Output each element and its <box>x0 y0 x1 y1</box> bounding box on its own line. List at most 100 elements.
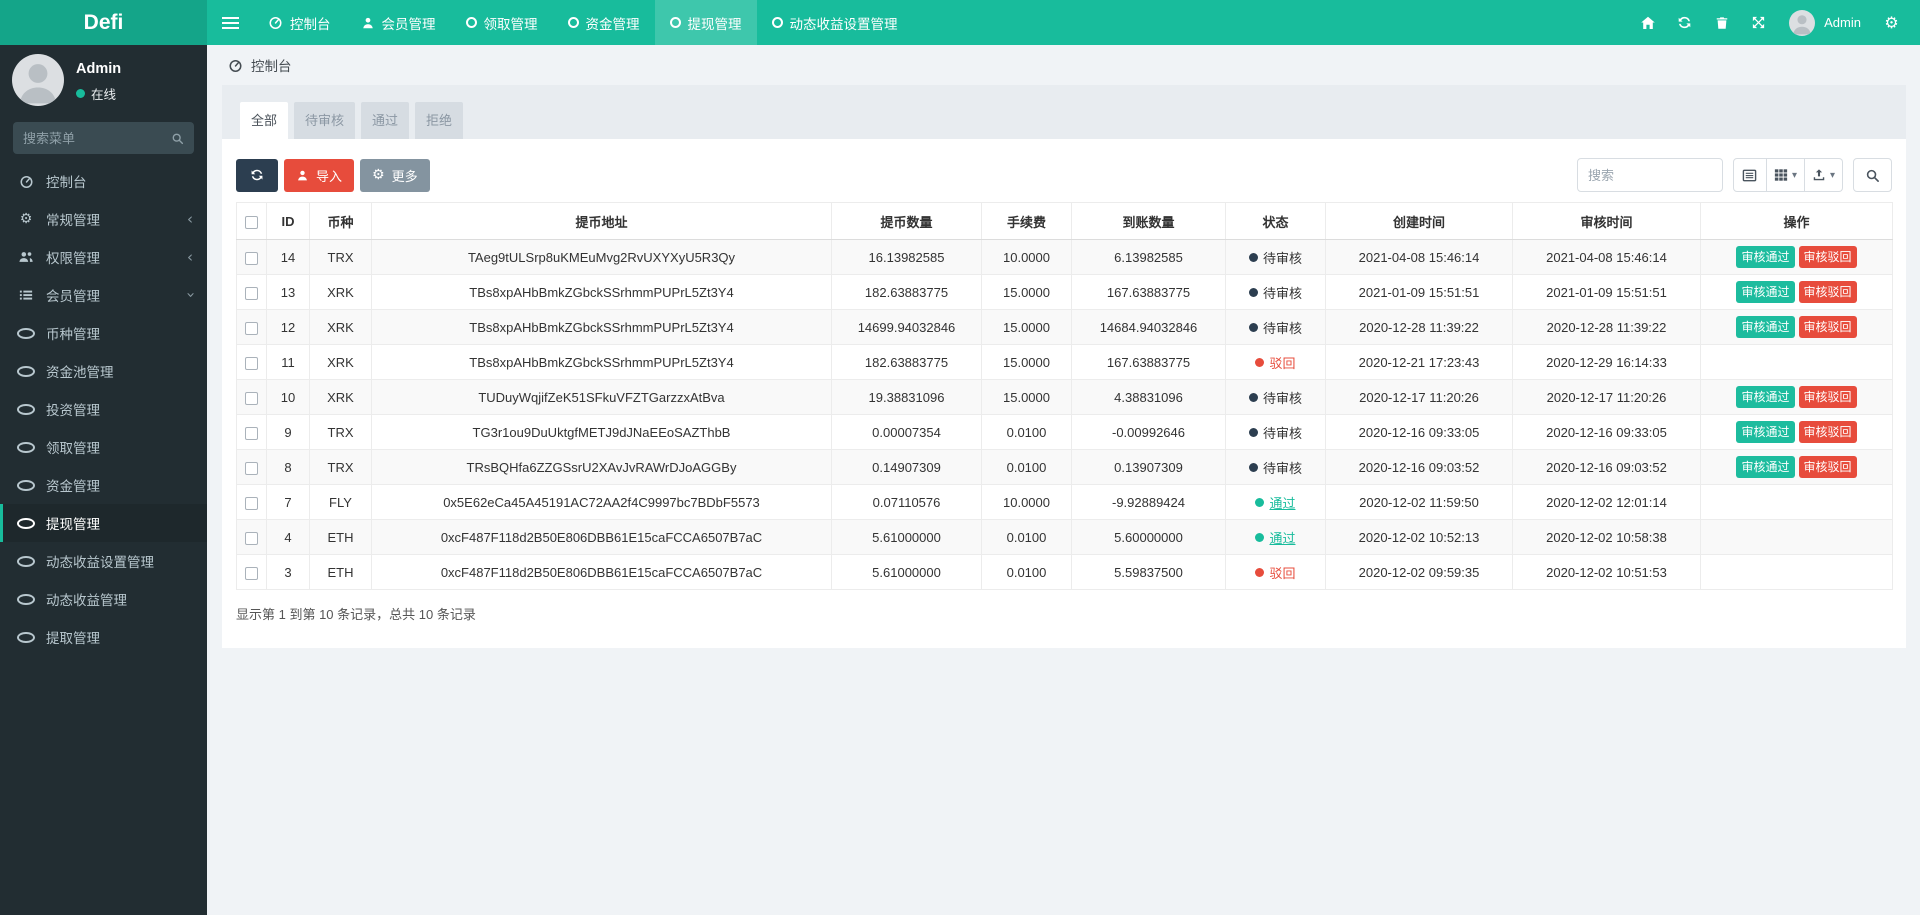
status-badge: 通过 <box>1255 493 1295 512</box>
top-nav-item[interactable]: 会员管理 <box>346 0 451 45</box>
status-dot-icon <box>1249 288 1258 297</box>
circle-icon <box>17 480 35 491</box>
import-button[interactable]: 导入 <box>284 159 354 192</box>
home-button[interactable] <box>1629 0 1666 45</box>
status-label: 驳回 <box>1269 353 1295 372</box>
cell-actions: 审核通过审核驳回 <box>1701 275 1893 310</box>
status-badge: 待审核 <box>1249 458 1302 477</box>
status-label: 待审核 <box>1263 423 1302 442</box>
user-icon <box>361 16 375 30</box>
refresh-button[interactable] <box>1666 0 1703 45</box>
sidebar-item[interactable]: 会员管理‹ <box>0 276 207 314</box>
sidebar-search-input[interactable] <box>23 131 165 146</box>
cell-actions <box>1701 555 1893 590</box>
reject-button[interactable]: 审核驳回 <box>1799 316 1857 338</box>
row-checkbox[interactable] <box>245 567 258 580</box>
status-dot-icon <box>1249 253 1258 262</box>
approve-button[interactable]: 审核通过 <box>1736 386 1794 408</box>
cell-coin: XRK <box>310 380 372 415</box>
top-nav-item[interactable]: 提现管理 <box>655 0 757 45</box>
approve-button[interactable]: 审核通过 <box>1736 281 1794 303</box>
more-button-label: 更多 <box>392 166 418 185</box>
top-nav-item[interactable]: 领取管理 <box>451 0 553 45</box>
row-checkbox[interactable] <box>245 427 258 440</box>
row-checkbox[interactable] <box>245 357 258 370</box>
sidebar-item[interactable]: 投资管理 <box>0 390 207 428</box>
table-view-buttons: ▾ ▾ <box>1733 158 1843 192</box>
tab-待审核[interactable]: 待审核 <box>294 102 355 139</box>
sidebar-item[interactable]: 资金池管理 <box>0 352 207 390</box>
sidebar-toggle-button[interactable] <box>207 0 253 45</box>
row-checkbox[interactable] <box>245 322 258 335</box>
search-submit-button[interactable] <box>1853 158 1892 192</box>
column-header: 状态 <box>1226 203 1326 240</box>
table-row: 8TRXTRsBQHfa6ZZGSsrU2XAvJvRAWrDJoAGGBy0.… <box>237 450 1893 485</box>
cell-fee: 15.0000 <box>982 345 1072 380</box>
cogs-icon: ⚙ <box>1884 15 1898 31</box>
chevron-left-icon: ‹ <box>187 248 193 266</box>
reject-button[interactable]: 审核驳回 <box>1799 421 1857 443</box>
row-checkbox[interactable] <box>245 497 258 510</box>
reject-button[interactable]: 审核驳回 <box>1799 281 1857 303</box>
select-all-checkbox[interactable] <box>245 216 258 229</box>
sidebar-item[interactable]: 提现管理 <box>0 504 207 542</box>
sidebar-item[interactable]: 提取管理 <box>0 618 207 656</box>
table-search-input[interactable] <box>1577 158 1723 192</box>
sidebar-item[interactable]: 币种管理 <box>0 314 207 352</box>
row-checkbox[interactable] <box>245 287 258 300</box>
reject-button[interactable]: 审核驳回 <box>1799 456 1857 478</box>
approve-button[interactable]: 审核通过 <box>1736 456 1794 478</box>
user-menu[interactable]: Admin <box>1777 10 1873 36</box>
row-checkbox[interactable] <box>245 392 258 405</box>
export-button[interactable]: ▾ <box>1805 158 1843 192</box>
cell-received: -0.00992646 <box>1072 415 1226 450</box>
cell-select <box>237 310 267 345</box>
row-checkbox[interactable] <box>245 252 258 265</box>
sidebar-item[interactable]: 权限管理‹ <box>0 238 207 276</box>
reject-button[interactable]: 审核驳回 <box>1799 386 1857 408</box>
fullscreen-button[interactable] <box>1740 0 1777 45</box>
sidebar-item[interactable]: 领取管理 <box>0 428 207 466</box>
search-icon[interactable] <box>171 132 184 145</box>
status-dot-icon <box>1249 323 1258 332</box>
circle-icon <box>17 594 35 605</box>
sidebar-item[interactable]: 控制台 <box>0 162 207 200</box>
column-header: 币种 <box>310 203 372 240</box>
approve-button[interactable]: 审核通过 <box>1736 421 1794 443</box>
circle-icon <box>670 17 681 28</box>
top-nav-item[interactable]: 控制台 <box>253 0 346 45</box>
columns-button[interactable]: ▾ <box>1767 158 1805 192</box>
tab-拒绝[interactable]: 拒绝 <box>415 102 463 139</box>
row-checkbox[interactable] <box>245 462 258 475</box>
top-nav-item[interactable]: 动态收益设置管理 <box>757 0 913 45</box>
top-nav-item[interactable]: 资金管理 <box>553 0 655 45</box>
users-icon <box>17 250 35 264</box>
cell-id: 14 <box>267 240 310 275</box>
import-user-icon <box>296 169 309 182</box>
cell-id: 7 <box>267 485 310 520</box>
row-checkbox[interactable] <box>245 532 258 545</box>
refresh-table-button[interactable] <box>236 159 278 192</box>
chevron-down-icon: ‹ <box>181 292 199 298</box>
top-nav-item-label: 会员管理 <box>382 13 436 33</box>
sidebar-item[interactable]: 资金管理 <box>0 466 207 504</box>
approve-button[interactable]: 审核通过 <box>1736 316 1794 338</box>
settings-button[interactable]: ⚙ <box>1873 0 1910 45</box>
table-header-row: ID币种提币地址提币数量手续费到账数量状态创建时间审核时间操作 <box>237 203 1893 240</box>
sidebar-item[interactable]: 动态收益管理 <box>0 580 207 618</box>
breadcrumb-label[interactable]: 控制台 <box>251 55 292 75</box>
top-nav-item-label: 领取管理 <box>484 13 538 33</box>
sidebar-item[interactable]: ⚙常规管理‹ <box>0 200 207 238</box>
detail-view-button[interactable] <box>1733 158 1767 192</box>
cell-actions: 审核通过审核驳回 <box>1701 415 1893 450</box>
approve-button[interactable]: 审核通过 <box>1736 246 1794 268</box>
status-label: 驳回 <box>1269 563 1295 582</box>
more-button[interactable]: ⚙ 更多 <box>360 159 430 192</box>
tab-全部[interactable]: 全部 <box>240 102 288 139</box>
cell-select <box>237 345 267 380</box>
brand-logo[interactable]: Defi <box>0 0 207 45</box>
trash-button[interactable] <box>1703 0 1740 45</box>
reject-button[interactable]: 审核驳回 <box>1799 246 1857 268</box>
tab-通过[interactable]: 通过 <box>361 102 409 139</box>
sidebar-item[interactable]: 动态收益设置管理 <box>0 542 207 580</box>
